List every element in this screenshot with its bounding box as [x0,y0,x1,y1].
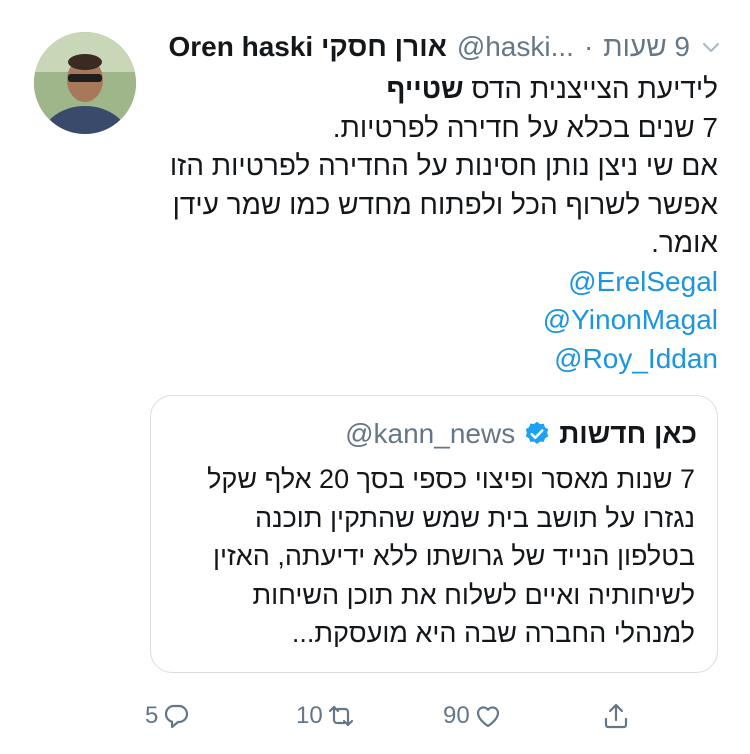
author-name[interactable]: Oren haski אורן חסקי [168,31,446,63]
quoted-line: בטלפון הנייד של גרושתו ללא ידיעתה, האזין [213,541,695,571]
tweet-line-2: 7 שנים בכלא על חדירה לפרטיות. [332,111,718,143]
quoted-tweet-body: 7 שנות מאסר ופיצוי כספי בסך 20 אלף שקל נ… [167,460,695,653]
bold-word: שטייף [386,73,464,104]
tweet-body: לידיעת הצייצנית הדס שטייף 7 שנים בכלא על… [158,70,718,378]
like-button[interactable]: 90 [443,696,503,736]
quoted-handle: @kann_news [345,418,516,449]
quoted-line: נגזרו על תושב בית שמש שהתקין תוכנה [255,502,695,533]
action-bar: 5 10 90 [0,696,750,736]
reply-count: 5 [145,702,159,729]
tweet-line-5: אומר. [651,227,718,258]
tweet[interactable]: Oren haski אורן חסקי @haski... · 9 שעות … [0,0,750,754]
heart-icon [476,706,499,728]
mention-link[interactable]: @ErelSegal [158,263,718,302]
tweet-header: Oren haski אורן חסקי @haski... · 9 שעות [168,30,722,64]
tweet-line-1-text: לידיעת הצייצנית הדס [471,73,718,104]
quoted-name: כאן חדשות [559,418,697,449]
like-count: 90 [443,702,470,729]
reply-button[interactable]: 5 [145,696,191,736]
share-button[interactable] [601,696,631,736]
quoted-line: לשיחותיה ואיים לשלוח את תוכן השיחות [252,579,695,610]
tweet-line-3: אם שי ניצן נותן חסינות על החדירה לפרטיות… [169,150,718,181]
quoted-line: למנהלי החברה שבה היא מועסקת... [291,618,695,648]
retweet-icon [328,705,353,727]
chevron-down-icon[interactable] [700,36,722,58]
avatar-photo [34,32,136,134]
verified-badge-icon [523,420,551,448]
share-icon [604,703,628,729]
quoted-tweet-header: @kann_news כאן חדשות [345,418,697,450]
mention-link[interactable]: @YinonMagal [158,301,718,340]
mention-link[interactable]: @Roy_Iddan [158,340,718,379]
avatar[interactable] [34,32,136,134]
reply-icon [165,704,189,729]
quoted-line: 7 שנות מאסר ופיצוי כספי בסך 20 אלף שקל [207,464,695,494]
tweet-line-4: אפשר לשרוף הכל ולפתוח מחדש כמו שמר עידן [172,188,718,220]
retweet-count: 10 [296,702,323,729]
quoted-tweet[interactable]: @kann_news כאן חדשות 7 שנות מאסר ופיצוי … [150,395,718,673]
separator: · [583,31,594,62]
author-handle[interactable]: @haski... [457,31,574,63]
tweet-line-1: לידיעת הצייצנית הדס שטייף [158,70,718,109]
retweet-button[interactable]: 10 [296,696,356,736]
timestamp[interactable]: 9 שעות [603,31,690,63]
